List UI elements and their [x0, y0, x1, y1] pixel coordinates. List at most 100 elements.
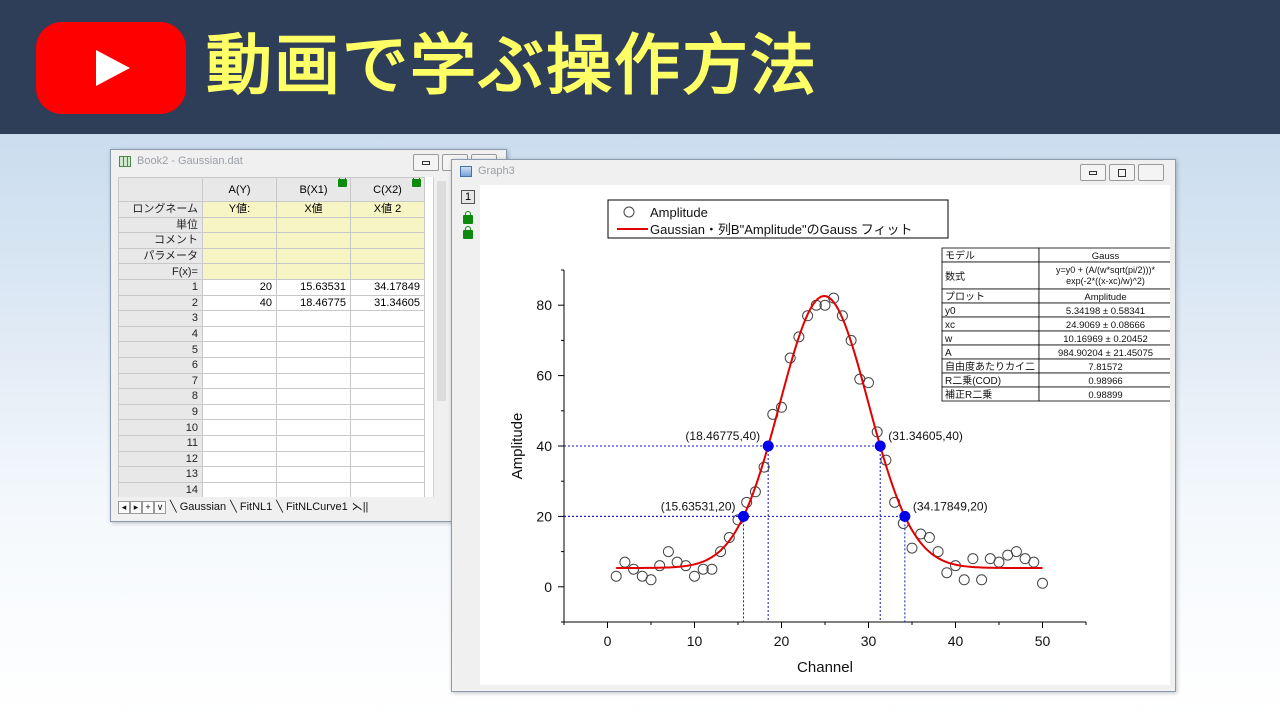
- data-cell[interactable]: 31.34605: [350, 294, 425, 312]
- scroll-thumb[interactable]: [437, 181, 446, 401]
- meta-cell[interactable]: [350, 232, 425, 249]
- meta-cell[interactable]: [202, 263, 277, 280]
- row-header[interactable]: 10: [118, 419, 203, 436]
- book2-titlebar[interactable]: Book2 - Gaussian.dat: [111, 150, 506, 174]
- data-cell[interactable]: [350, 450, 425, 468]
- data-point[interactable]: [645, 574, 657, 586]
- data-point[interactable]: [654, 560, 666, 572]
- meta-cell[interactable]: [276, 216, 351, 234]
- row-header[interactable]: 13: [118, 466, 203, 483]
- data-point[interactable]: [610, 570, 622, 582]
- data-cell[interactable]: [202, 310, 277, 327]
- data-cell[interactable]: [350, 310, 425, 327]
- meta-cell[interactable]: [276, 232, 351, 249]
- data-point[interactable]: [619, 556, 631, 568]
- data-point[interactable]: [967, 553, 979, 565]
- row-header[interactable]: 5: [118, 341, 203, 358]
- data-cell[interactable]: [276, 450, 351, 468]
- row-header[interactable]: 7: [118, 372, 203, 390]
- data-cell[interactable]: [276, 419, 351, 436]
- meta-cell[interactable]: Y値:: [202, 201, 277, 218]
- row-header[interactable]: 1: [118, 278, 203, 296]
- meta-cell[interactable]: [202, 232, 277, 249]
- data-point[interactable]: [1028, 556, 1040, 568]
- graph3-titlebar[interactable]: Graph3: [452, 160, 1175, 184]
- data-point[interactable]: [1010, 546, 1022, 558]
- meta-row-label[interactable]: F(x)=: [118, 263, 203, 280]
- worksheet-grid[interactable]: A(Y) B(X1) C(X2) ロングネーム Y値: X値 X値 2 単位 コメント パラメータ…: [118, 177, 433, 497]
- data-point[interactable]: [662, 546, 674, 558]
- data-cell[interactable]: [202, 434, 277, 452]
- data-point[interactable]: [1037, 577, 1048, 589]
- data-cell[interactable]: [350, 403, 425, 421]
- data-cell[interactable]: [202, 481, 277, 497]
- restore-button[interactable]: [1109, 164, 1135, 181]
- data-cell[interactable]: [202, 341, 277, 358]
- data-cell[interactable]: [202, 356, 277, 374]
- meta-cell[interactable]: [276, 247, 351, 265]
- data-point[interactable]: [958, 574, 970, 586]
- data-cell[interactable]: 20: [202, 278, 277, 296]
- data-cell[interactable]: [276, 310, 351, 327]
- data-cell[interactable]: [202, 403, 277, 421]
- layer-1-tag[interactable]: 1: [461, 190, 475, 204]
- data-cell[interactable]: [350, 388, 425, 405]
- vertical-scrollbar[interactable]: [433, 177, 449, 497]
- meta-cell[interactable]: [202, 216, 277, 234]
- meta-cell[interactable]: [350, 263, 425, 280]
- minimize-button[interactable]: [1080, 164, 1106, 181]
- data-cell[interactable]: [350, 325, 425, 343]
- data-cell[interactable]: [276, 325, 351, 343]
- sheet-tab[interactable]: ╲ Gaussian: [170, 499, 226, 515]
- data-cell[interactable]: [350, 356, 425, 374]
- data-cell[interactable]: [350, 434, 425, 452]
- minimize-button[interactable]: [413, 154, 439, 171]
- data-cell[interactable]: [276, 481, 351, 497]
- lock-icon[interactable]: [463, 226, 473, 239]
- sheet-nav-button[interactable]: ▸: [130, 501, 142, 514]
- marked-point[interactable]: [762, 440, 774, 452]
- data-cell[interactable]: [202, 325, 277, 343]
- meta-cell[interactable]: [276, 263, 351, 280]
- column-header[interactable]: C(X2): [350, 177, 425, 202]
- data-cell[interactable]: 15.63531: [276, 278, 351, 296]
- row-header[interactable]: 2: [118, 294, 203, 312]
- data-cell[interactable]: 40: [202, 294, 277, 312]
- row-header[interactable]: 4: [118, 325, 203, 343]
- youtube-play-icon[interactable]: [36, 22, 186, 114]
- column-header[interactable]: B(X1): [276, 177, 351, 202]
- data-cell[interactable]: [202, 466, 277, 483]
- data-point[interactable]: [923, 532, 935, 544]
- data-cell[interactable]: [350, 419, 425, 436]
- data-cell[interactable]: [276, 372, 351, 390]
- corner-cell[interactable]: [118, 177, 203, 202]
- data-cell[interactable]: [276, 466, 351, 483]
- row-header[interactable]: 3: [118, 310, 203, 327]
- data-cell[interactable]: [350, 466, 425, 483]
- data-cell[interactable]: [202, 372, 277, 390]
- column-header[interactable]: A(Y): [202, 177, 277, 202]
- meta-cell[interactable]: [202, 247, 277, 265]
- data-cell[interactable]: [350, 372, 425, 390]
- marked-point[interactable]: [738, 510, 750, 522]
- meta-cell[interactable]: [350, 216, 425, 234]
- graph-page[interactable]: 0 10 20 30 40 50 0 20 40 60 80 Channel Amplitude (18.…: [480, 185, 1170, 685]
- meta-row-label[interactable]: コメント: [118, 232, 203, 249]
- marked-point[interactable]: [874, 440, 886, 452]
- meta-cell[interactable]: X値: [276, 201, 351, 218]
- row-header[interactable]: 11: [118, 434, 203, 452]
- data-cell[interactable]: [276, 434, 351, 452]
- data-cell[interactable]: [276, 403, 351, 421]
- data-point[interactable]: [689, 570, 700, 582]
- data-cell[interactable]: [202, 450, 277, 468]
- meta-row-label[interactable]: ロングネーム: [118, 201, 203, 218]
- row-header[interactable]: 9: [118, 403, 203, 421]
- data-cell[interactable]: [276, 341, 351, 358]
- data-cell[interactable]: 34.17849: [350, 278, 425, 296]
- data-point[interactable]: [906, 542, 918, 554]
- tab-scroll-handle[interactable]: ⋋||: [352, 499, 369, 515]
- data-cell[interactable]: [350, 341, 425, 358]
- row-header[interactable]: 14: [118, 481, 203, 497]
- data-point[interactable]: [628, 563, 640, 575]
- data-cell[interactable]: [276, 388, 351, 405]
